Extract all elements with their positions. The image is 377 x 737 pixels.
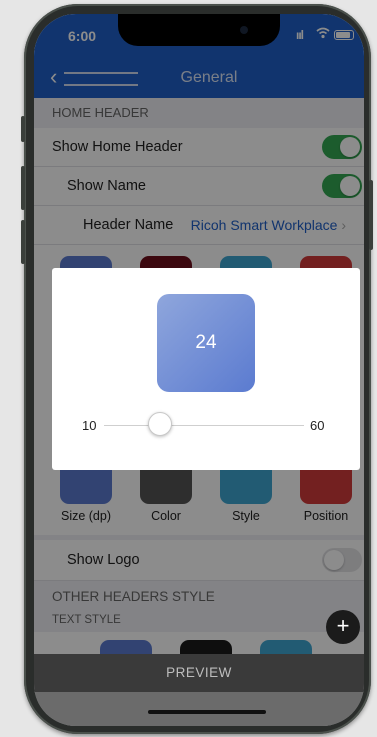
home-indicator [148, 710, 266, 714]
slider-min-label: 10 [82, 418, 97, 433]
size-dialog: 24 10 60 [52, 268, 360, 470]
home-indicator-area [34, 692, 364, 726]
size-slider-track[interactable] [104, 425, 304, 426]
power-button [369, 180, 373, 250]
mute-switch [21, 116, 25, 142]
size-slider-thumb[interactable] [148, 412, 172, 436]
size-preview-tile: 24 [157, 294, 255, 392]
volume-up-button [21, 166, 25, 210]
size-preview-value: 24 [195, 332, 217, 353]
slider-max-label: 60 [310, 418, 325, 433]
phone-screen: 6:00 ııl ‹ General HOME HEADER Show Home… [34, 14, 364, 726]
add-fab-button[interactable]: + [326, 610, 360, 644]
volume-down-button [21, 220, 25, 264]
preview-button[interactable]: PREVIEW [34, 654, 364, 692]
